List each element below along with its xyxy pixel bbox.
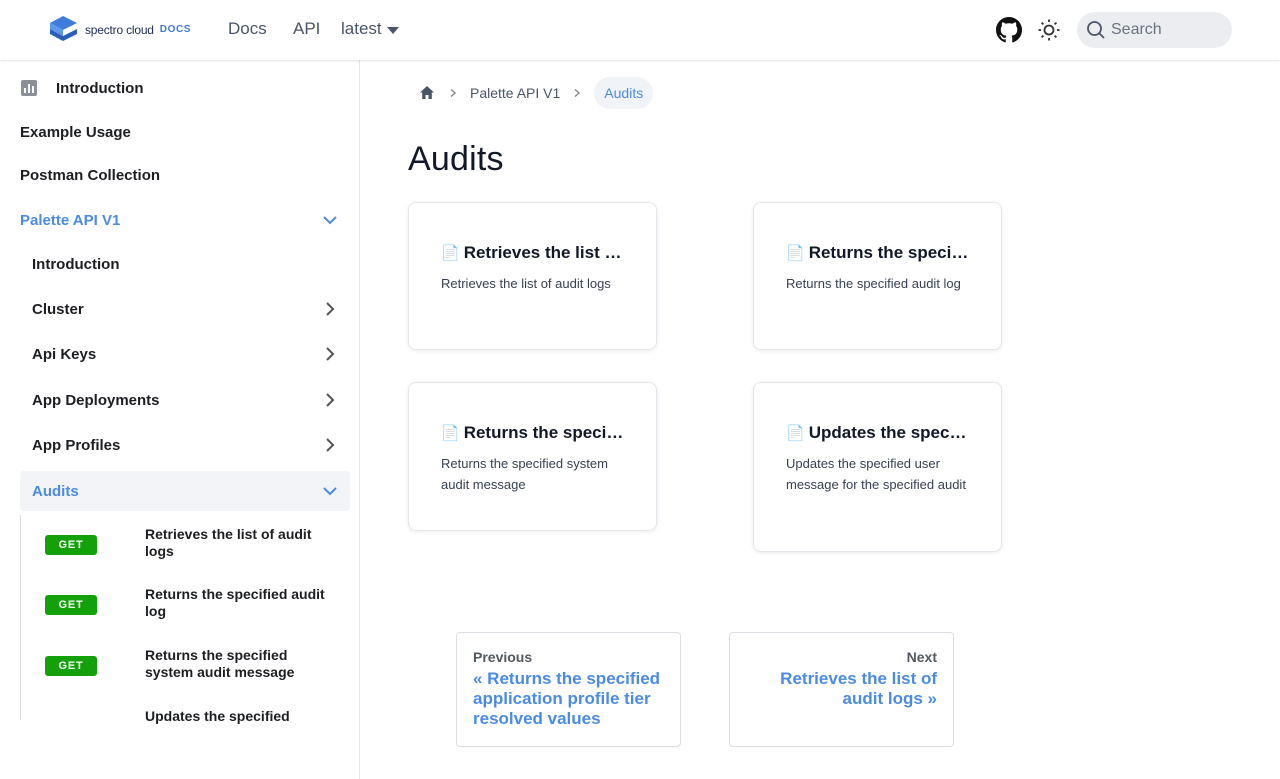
pagination-previous-label: « Returns the specified application prof… — [473, 669, 661, 728]
card-description: Updates the specified user message for t… — [786, 456, 966, 492]
version-dropdown[interactable]: latest — [341, 19, 399, 39]
sidebar-item-label: Introduction — [32, 255, 120, 273]
sidebar-item-postman-collection[interactable]: Postman Collection — [20, 155, 350, 195]
chevron-down-icon[interactable] — [322, 483, 338, 499]
sidebar-item-label: Api Keys — [32, 345, 97, 363]
card-title-text: Updates the specified user message — [808, 423, 969, 442]
document-icon: 📄 — [441, 245, 460, 262]
breadcrumb-palette-api-v1[interactable]: Palette API V1 — [470, 85, 560, 101]
document-icon: 📄 — [441, 425, 460, 442]
endpoint-card-list-audit-logs[interactable]: 📄Retrieves the list of audit logs Retrie… — [408, 202, 657, 350]
card-description: Returns the specified system audit messa… — [441, 456, 608, 492]
sidebar-endpoint-get-audit-log[interactable]: GET Returns the specified audit log — [45, 586, 345, 619]
card-description: Returns the specified audit log — [786, 276, 961, 291]
chevron-right-icon — [574, 88, 581, 97]
pagination-previous[interactable]: Previous « Returns the specified applica… — [456, 632, 681, 747]
api-intro-icon — [21, 80, 37, 96]
audits-endpoint-list: GET Retrieves the list of audit logs GET… — [20, 515, 350, 724]
page-title: Audits — [408, 140, 504, 178]
sidebar-item-label: Cluster — [32, 300, 84, 318]
card-description: Retrieves the list of audit logs — [441, 276, 611, 291]
card-title: 📄Retrieves the list of audit logs — [441, 243, 624, 263]
search-icon — [1087, 21, 1105, 39]
sidebar-item-introduction[interactable]: Introduction — [20, 68, 350, 108]
pagination-next-label: Retrieves the list of audit logs » — [780, 669, 937, 708]
sidebar-item-example-usage[interactable]: Example Usage — [20, 112, 350, 152]
sidebar-item-app-deployments[interactable]: App Deployments — [20, 380, 350, 420]
endpoint-card-update-user-message[interactable]: 📄Updates the specified user message Upda… — [753, 382, 1002, 552]
nav-docs-link[interactable]: Docs — [228, 19, 267, 39]
document-icon: 📄 — [786, 425, 805, 442]
sidebar-item-cluster[interactable]: Cluster — [20, 289, 350, 329]
sidebar-item-palette-api-v1[interactable]: Palette API V1 — [20, 200, 350, 240]
search-box[interactable] — [1077, 12, 1232, 48]
nav-api-link[interactable]: API — [293, 19, 320, 39]
sidebar-item-audits[interactable]: Audits — [20, 471, 350, 511]
sidebar-item-label: App Profiles — [32, 436, 121, 454]
brand-docs-label: DOCS — [159, 24, 192, 35]
sidebar-item-api-keys[interactable]: Api Keys — [20, 334, 350, 374]
sidebar-endpoint-system-audit-message[interactable]: GET Returns the specified system audit m… — [45, 647, 345, 680]
endpoint-card-system-audit-message[interactable]: 📄Returns the specified system audit mess… — [408, 382, 657, 531]
http-method-badge: GET — [45, 535, 97, 555]
sidebar-item-label: Introduction — [56, 79, 144, 97]
sidebar-item-label: Palette API V1 — [20, 211, 121, 229]
endpoint-label: Updates the specified — [145, 708, 290, 724]
top-navbar: spectro cloud DOCS Docs API latest — [0, 0, 1280, 60]
version-label: latest — [341, 19, 382, 38]
breadcrumb: Palette API V1 Audits — [408, 76, 654, 109]
http-method-badge: GET — [45, 595, 97, 615]
home-icon[interactable] — [418, 84, 436, 102]
pagination-next-sublabel: Next — [906, 649, 937, 665]
breadcrumb-current: Audits — [594, 76, 654, 109]
card-title: 📄Returns the specified system audit mess… — [441, 423, 624, 443]
endpoint-label: Returns the specified audit log — [145, 586, 325, 619]
card-title: 📄Updates the specified user message — [786, 423, 969, 443]
endpoint-label: Retrieves the list of audit logs — [145, 526, 312, 559]
chevron-down-icon[interactable] — [322, 212, 338, 228]
endpoint-label: Returns the specified system audit messa… — [145, 647, 295, 680]
caret-down-icon — [386, 26, 399, 34]
light-mode-toggle-icon[interactable] — [1037, 18, 1061, 42]
sidebar-item-app-profiles[interactable]: App Profiles — [20, 425, 350, 465]
pagination-next[interactable]: Next Retrieves the list of audit logs » — [729, 632, 954, 747]
document-icon: 📄 — [786, 245, 805, 262]
sidebar-item-label: App Deployments — [32, 391, 160, 409]
card-title-text: Returns the specified system audit messa… — [463, 423, 624, 442]
github-icon[interactable] — [996, 17, 1022, 43]
sidebar-item-label: Example Usage — [20, 123, 131, 141]
sidebar-item-label: Audits — [32, 482, 79, 500]
brand-name: spectro cloud — [85, 22, 154, 37]
card-title: 📄Returns the specified audit log — [786, 243, 969, 263]
card-title-text: Retrieves the list of audit logs — [463, 243, 624, 262]
card-title-text: Returns the specified audit log — [808, 243, 969, 262]
chevron-right-icon[interactable] — [322, 301, 338, 317]
chevron-right-icon[interactable] — [322, 392, 338, 408]
endpoint-card-get-audit-log[interactable]: 📄Returns the specified audit log Returns… — [753, 202, 1002, 350]
spectro-cloud-logo-icon — [50, 16, 77, 41]
search-input[interactable] — [1111, 21, 1221, 39]
brand-logo[interactable]: spectro cloud DOCS — [48, 15, 191, 44]
sidebar-item-v1-introduction[interactable]: Introduction — [20, 244, 350, 284]
http-method-badge: GET — [45, 656, 97, 676]
sidebar-endpoint-list-audit-logs[interactable]: GET Retrieves the list of audit logs — [45, 526, 345, 559]
chevron-right-icon[interactable] — [322, 346, 338, 362]
sidebar-item-label: Postman Collection — [20, 166, 161, 184]
pagination-previous-sublabel: Previous — [473, 649, 533, 665]
chevron-right-icon[interactable] — [322, 437, 338, 453]
docs-sidebar: Introduction Example Usage Postman Colle… — [0, 60, 360, 779]
chevron-right-icon — [450, 88, 457, 97]
